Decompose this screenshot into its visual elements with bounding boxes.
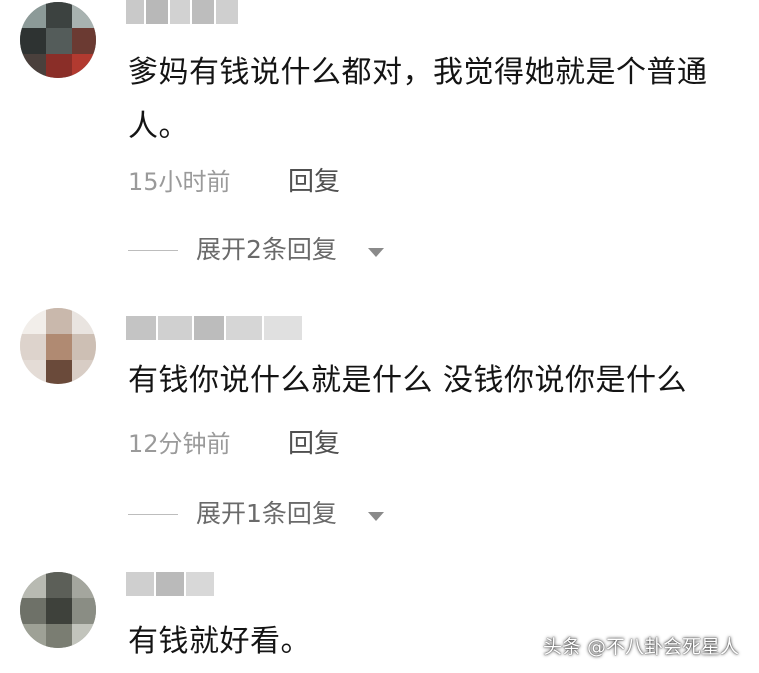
avatar-pixel [72,28,96,54]
comment-meta: 15小时前 回复 [128,164,340,200]
avatar-pixel [72,334,96,360]
blur-block [194,316,224,340]
blur-block [126,316,156,340]
divider-line [128,514,178,515]
avatar-pixel [46,572,72,598]
expand-replies-button[interactable]: 展开2条回复 [128,232,408,268]
blur-block [264,316,302,340]
blur-block [216,0,238,24]
avatar-pixel [20,308,46,334]
reply-button[interactable]: 回复 [288,426,340,462]
avatar-pixel [20,360,46,384]
avatar-pixel [72,308,96,334]
avatar[interactable] [20,572,96,648]
username-blurred[interactable] [126,316,306,340]
comment-text: 有钱你说什么就是什么 没钱你说你是什么 [128,363,688,398]
comment-meta: 12分钟前 回复 [128,426,340,462]
watermark: 头条 @不八卦会死星人 [542,636,739,658]
avatar-pixel [20,28,46,54]
blur-block [226,316,262,340]
avatar-pixel [20,572,46,598]
avatar-pixel [72,360,96,384]
divider-line [128,250,178,251]
comment-text: 爹妈有钱说什么都对，我觉得她就是个普通人。 [128,55,708,144]
blur-block [158,316,192,340]
avatar-pixel [72,54,96,78]
avatar-pixel [20,54,46,78]
avatar-pixel [72,2,96,28]
avatar-pixel [20,2,46,28]
blur-block [126,572,154,596]
avatar-pixel [46,624,72,648]
avatar-pixel [46,360,72,384]
avatar-pixel [72,572,96,598]
expand-replies-label: 展开1条回复 [196,499,337,528]
avatar-pixel [46,54,72,78]
blur-block [170,0,190,24]
chevron-down-icon [368,248,384,257]
avatar-pixel [46,28,72,54]
chevron-down-icon [368,512,384,521]
blur-block [192,0,214,24]
avatar[interactable] [20,308,96,384]
avatar-pixel [46,334,72,360]
avatar-pixel [20,598,46,624]
blur-block [146,0,168,24]
expand-replies-button[interactable]: 展开1条回复 [128,496,408,532]
avatar-pixel [20,624,46,648]
comment-time: 12分钟前 [128,430,231,458]
blur-block [186,572,214,596]
comment-item: 有钱你说什么就是什么 没钱你说你是什么 12分钟前 回复 展开1条回复 [0,300,759,550]
avatar-pixel [46,598,72,624]
blur-block [126,0,144,24]
avatar-pixel [46,308,72,334]
avatar[interactable] [20,2,96,78]
blur-block [156,572,184,596]
comment-item: 爹妈有钱说什么都对，我觉得她就是个普通人。 15小时前 回复 展开2条回复 [0,0,759,290]
avatar-pixel [72,624,96,648]
username-blurred[interactable] [126,572,216,596]
comment-time: 15小时前 [128,168,231,196]
avatar-pixel [20,334,46,360]
expand-replies-label: 展开2条回复 [196,235,337,264]
avatar-pixel [46,2,72,28]
avatar-pixel [72,598,96,624]
reply-button[interactable]: 回复 [288,164,340,200]
username-blurred[interactable] [126,0,246,26]
